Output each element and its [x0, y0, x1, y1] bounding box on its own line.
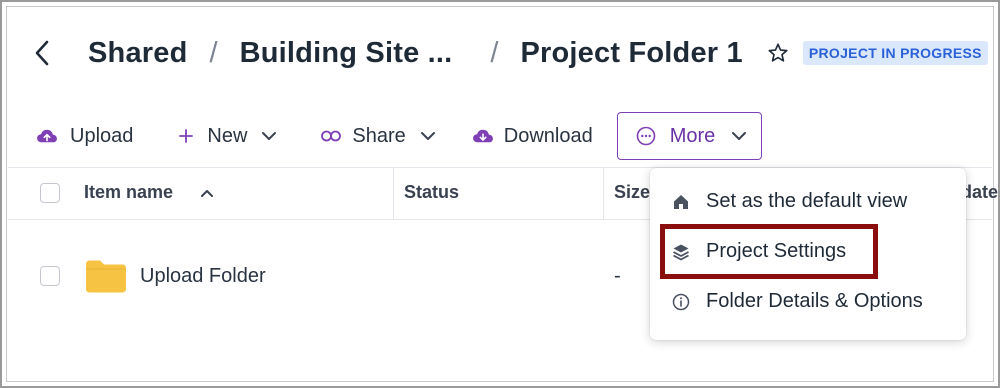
menu-item-project-settings[interactable]: Project Settings [670, 240, 846, 263]
upload-button[interactable]: Upload [36, 125, 133, 148]
upload-label: Upload [70, 124, 134, 147]
breadcrumb-building-site[interactable]: Building Site ... [240, 37, 453, 70]
column-header-item-name[interactable]: Item name [84, 182, 214, 203]
menu-item-label: Set as the default view [706, 190, 908, 212]
info-icon [670, 293, 692, 311]
home-icon [670, 193, 692, 211]
share-button[interactable]: Share [321, 125, 435, 148]
column-header-status[interactable]: Status [404, 182, 459, 203]
chevron-down-icon [420, 131, 436, 141]
menu-item-label: Project Settings [706, 240, 847, 262]
menu-item-default-view[interactable]: Set as the default view [670, 190, 907, 213]
row-size: - [614, 265, 621, 287]
menu-item-label: Folder Details & Options [706, 290, 923, 312]
row-checkbox[interactable] [40, 266, 60, 286]
column-divider [603, 168, 604, 220]
back-button[interactable] [28, 33, 56, 73]
more-label: More [669, 124, 716, 147]
breadcrumb-separator: / [209, 36, 218, 69]
breadcrumb: Shared / Building Site ... / Project Fol… [28, 30, 988, 76]
menu-item-folder-details[interactable]: Folder Details & Options [670, 290, 923, 313]
download-label: Download [503, 124, 593, 147]
more-button[interactable]: More [616, 112, 763, 160]
sort-ascending-icon [201, 190, 214, 198]
breadcrumb-shared[interactable]: Shared [88, 37, 188, 70]
column-header-label: Item name [84, 182, 174, 202]
more-circle-icon [636, 126, 656, 146]
favorite-button[interactable] [765, 40, 791, 66]
chevron-down-icon [731, 131, 747, 141]
layers-icon [670, 243, 692, 261]
column-divider [393, 168, 394, 220]
row-item-name[interactable]: Upload Folder [140, 265, 266, 288]
column-header-size[interactable]: Size [614, 182, 650, 203]
new-button[interactable]: New [179, 125, 277, 148]
share-label: Share [352, 124, 406, 147]
star-icon [768, 43, 788, 62]
select-all-checkbox[interactable] [40, 183, 60, 203]
folder-icon [84, 258, 128, 299]
chevron-left-icon [35, 40, 49, 66]
chevron-down-icon [261, 131, 277, 141]
toolbar: Upload New Share Download More [36, 112, 763, 160]
new-label: New [207, 124, 248, 147]
plus-icon [179, 129, 194, 143]
link-icon [321, 130, 342, 142]
more-dropdown-menu: Set as the default view Project Settings… [650, 168, 966, 340]
download-button[interactable]: Download [472, 125, 593, 148]
page-title: Project Folder 1 [520, 36, 743, 69]
status-badge: PROJECT IN PROGRESS [802, 41, 988, 65]
cloud-download-icon [472, 127, 494, 145]
column-header-date[interactable]: date [961, 182, 998, 203]
breadcrumb-separator: / [490, 36, 499, 69]
cloud-upload-icon [36, 127, 58, 145]
